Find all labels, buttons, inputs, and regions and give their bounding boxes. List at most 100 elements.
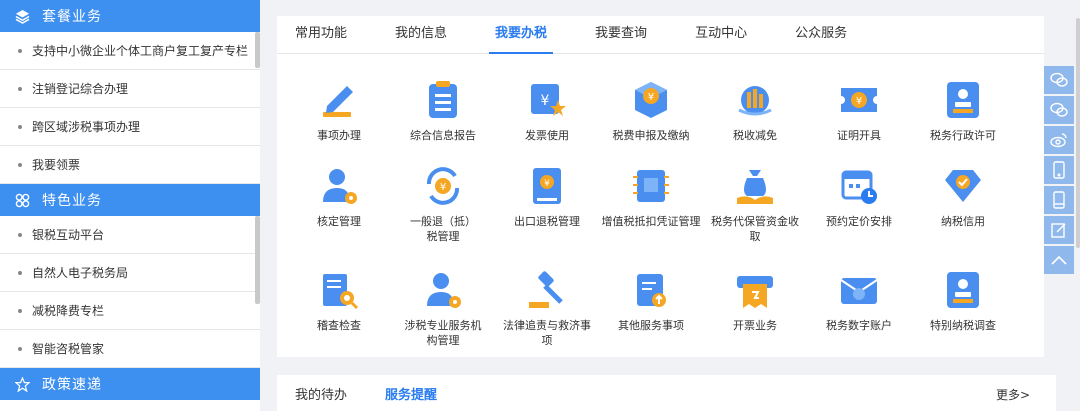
tab-public-service[interactable]: 公众服务 <box>795 15 847 53</box>
func-label: 核定管理 <box>317 215 361 228</box>
tab-service-reminder[interactable]: 服务提醒 <box>385 384 437 403</box>
func-item[interactable]: 增值税抵扣凭证管理 <box>599 164 703 229</box>
func-label: 发票使用 <box>525 129 569 142</box>
func-item[interactable]: 核定管理 <box>287 164 391 229</box>
section-header-policy[interactable]: 政策速递 <box>0 368 260 400</box>
ticket-zeng-icon <box>629 164 673 208</box>
more-link[interactable]: 更多> <box>996 386 1030 403</box>
tab-query[interactable]: 我要查询 <box>595 15 647 53</box>
func-label: 税务代保管资金收取 <box>711 215 799 243</box>
func-item[interactable]: 稽查检查 <box>287 268 391 333</box>
clipboard-upload-icon <box>629 268 673 312</box>
func-item[interactable]: 综合信息报告 <box>391 78 495 143</box>
bullet <box>18 270 22 275</box>
func-label: 事项办理 <box>317 129 361 142</box>
sidebar: 套餐业务 支持中小微企业个体工商户复工复产专栏 注销登记综合办理 跨区域涉税事项… <box>0 0 260 411</box>
section-title: 特色业务 <box>42 193 102 209</box>
weibo-icon[interactable] <box>1044 126 1074 154</box>
func-item[interactable]: ¥ 出口退税管理 <box>495 164 599 229</box>
sidebar-item[interactable]: 智能咨税管家 <box>0 330 260 368</box>
chat-icon[interactable] <box>1044 66 1074 94</box>
func-item[interactable]: 特别纳税调查 <box>911 268 1015 333</box>
section-title: 政策速递 <box>42 377 102 393</box>
func-item[interactable]: ¥ 一般退（抵）税管理 <box>391 164 495 244</box>
bullet <box>18 308 22 313</box>
section-header-package[interactable]: 套餐业务 <box>0 0 260 32</box>
func-item[interactable]: ¥ 税费申报及缴纳 <box>599 78 703 143</box>
scrollbar-thumb[interactable] <box>255 32 260 68</box>
invoice-star-icon: ¥ <box>525 78 569 122</box>
func-label: 涉税专业服务机构管理 <box>404 319 482 347</box>
sidebar-item[interactable]: 我要领票 <box>0 146 260 184</box>
func-label: 法律追责与救济事项 <box>503 319 591 347</box>
money-bag-icon <box>733 164 777 208</box>
mobile-icon[interactable] <box>1044 156 1074 184</box>
func-label: 纳税信用 <box>941 215 985 228</box>
svg-text:¥: ¥ <box>544 179 550 189</box>
sidebar-item-label: 支持中小微企业个体工商户复工复产专栏 <box>32 44 249 58</box>
func-item[interactable]: 税务行政许可 <box>911 78 1015 143</box>
func-item[interactable]: 预约定价安排 <box>807 164 911 229</box>
func-label: 税务数字账户 <box>826 319 892 332</box>
func-item[interactable]: 税收减免 <box>703 78 807 143</box>
sidebar-item[interactable]: 自然人电子税务局 <box>0 254 260 292</box>
pen-icon <box>317 78 361 122</box>
svg-text:¥: ¥ <box>856 96 862 107</box>
func-label: 证明开具 <box>837 129 881 142</box>
tablet-icon[interactable] <box>1044 186 1074 214</box>
sidebar-item[interactable]: 跨区域涉税事项办理 <box>0 108 260 146</box>
todo-panel: 我的待办 服务提醒 更多> <box>277 375 1056 411</box>
tab-common[interactable]: 常用功能 <box>295 15 347 53</box>
edit-icon[interactable] <box>1044 216 1074 244</box>
sidebar-item-label: 减税降费专栏 <box>32 304 105 318</box>
bullet <box>18 86 22 91</box>
chat-icon[interactable] <box>1044 96 1074 124</box>
func-item[interactable]: ¥ 发票使用 <box>495 78 599 143</box>
bullet <box>18 232 22 237</box>
func-item[interactable]: 事项办理 <box>287 78 391 143</box>
tab-my-todo[interactable]: 我的待办 <box>295 384 347 403</box>
clipboard-list-icon <box>421 78 465 122</box>
sidebar-item[interactable]: 减税降费专栏 <box>0 292 260 330</box>
arrow-up-icon[interactable] <box>1044 246 1074 274</box>
tab-bar: 常用功能 我的信息 我要办税 我要查询 互动中心 公众服务 <box>277 16 1044 54</box>
func-item[interactable]: 开票业务 <box>703 268 807 333</box>
section-header-featured[interactable]: 特色业务 <box>0 184 260 216</box>
scrollbar-thumb[interactable] <box>255 216 260 304</box>
clover-icon <box>14 192 30 208</box>
sidebar-item-label: 跨区域涉税事项办理 <box>32 120 141 134</box>
svg-text:¥: ¥ <box>440 182 446 193</box>
func-item[interactable]: 税务数字账户 <box>807 268 911 333</box>
coin-stack-icon <box>733 78 777 122</box>
section-list-featured: 银税互动平台 自然人电子税务局 减税降费专栏 智能咨税管家 <box>0 216 260 368</box>
book-yuan-icon: ¥ <box>525 164 569 208</box>
func-label: 税务行政许可 <box>930 129 996 142</box>
func-label: 预约定价安排 <box>826 215 892 228</box>
diamond-check-icon <box>941 164 985 208</box>
sidebar-item[interactable]: 银税互动平台 <box>0 216 260 254</box>
sidebar-item-label: 注销登记综合办理 <box>32 82 129 96</box>
tab-my-info[interactable]: 我的信息 <box>395 15 447 53</box>
section-title: 套餐业务 <box>42 9 102 25</box>
right-toolbar <box>1044 66 1074 276</box>
page-scrollbar[interactable] <box>1076 18 1080 248</box>
tab-tax-handling[interactable]: 我要办税 <box>489 15 554 54</box>
gavel-icon <box>525 268 569 312</box>
calendar-clock-icon <box>837 164 881 208</box>
mail-user-icon <box>837 268 881 312</box>
func-label: 税收减免 <box>733 129 777 142</box>
doc-search-icon <box>317 268 361 312</box>
bullet <box>18 48 22 53</box>
tab-interaction[interactable]: 互动中心 <box>695 15 747 53</box>
sidebar-item[interactable]: 注销登记综合办理 <box>0 70 260 108</box>
sidebar-item-label: 银税互动平台 <box>32 228 105 242</box>
svg-text:¥: ¥ <box>541 93 550 109</box>
sidebar-item[interactable]: 支持中小微企业个体工商户复工复产专栏 <box>0 32 260 70</box>
func-item[interactable]: 税务代保管资金收取 <box>703 164 807 244</box>
func-item[interactable]: 涉税专业服务机构管理 <box>391 268 495 348</box>
func-item[interactable]: 法律追责与救济事项 <box>495 268 599 348</box>
func-item[interactable]: 其他服务事项 <box>599 268 703 333</box>
func-item[interactable]: ¥ 证明开具 <box>807 78 911 143</box>
sidebar-item-label: 智能咨税管家 <box>32 342 105 356</box>
func-item[interactable]: 纳税信用 <box>911 164 1015 229</box>
